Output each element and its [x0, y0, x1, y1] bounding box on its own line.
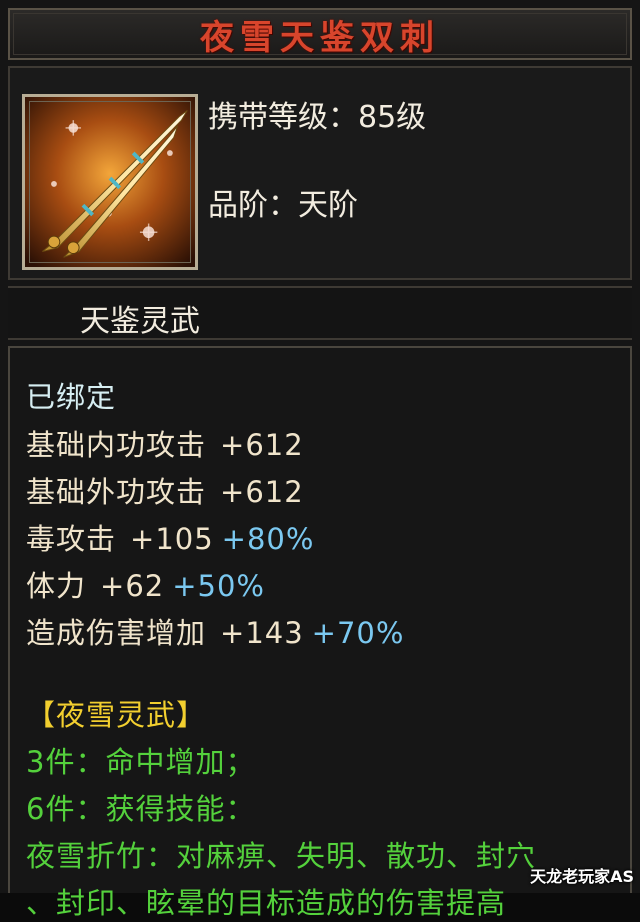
carry-level-value: 85级 — [358, 100, 427, 135]
grade-value: 天阶 — [298, 188, 358, 223]
carry-level-line: 携带等级：85级 — [208, 92, 426, 136]
stat-line: 体力 +62 +50% — [26, 563, 265, 605]
item-header: 携带等级：85级 品阶：天阶 — [8, 66, 632, 280]
soul-name: 天鉴灵武 — [80, 304, 200, 339]
bound-status: 已绑定 — [26, 380, 117, 414]
item-title-bar: 夜雪天鉴双刺 — [8, 8, 632, 60]
soul-section: 天鉴灵武 — [8, 286, 632, 340]
twin-daggers-icon — [25, 97, 195, 267]
stat-value: +105 — [130, 522, 214, 556]
skill-description-cont: 、封印、眩晕的目标造成的伤害提高 — [26, 886, 507, 920]
set-title: 【夜雪灵武】 — [26, 698, 207, 732]
skill-description: 夜雪折竹：对麻痹、失明、散功、封穴 — [26, 839, 537, 873]
stat-line: 毒攻击 +105 +80% — [26, 516, 314, 558]
set-bonus-3: 3件：命中增加； — [26, 745, 256, 779]
stat-line: 造成伤害增加 +143 +70% — [26, 610, 404, 652]
stat-percent: +80% — [221, 522, 315, 556]
stat-value: +143 — [220, 616, 304, 650]
stat-line: 基础外功攻击 +612 — [26, 469, 304, 511]
stats-section: 已绑定 基础内功攻击 +612 基础外功攻击 +612 毒攻击 +105 +80% 体力… — [8, 346, 632, 920]
stat-name: 基础外功攻击 — [26, 475, 207, 509]
stat-value: +612 — [220, 475, 304, 509]
item-tooltip: 夜雪天鉴双刺 携带等级：85级 品阶：天阶 天鉴灵武 已绑定 基础内功攻击 +6… — [0, 0, 640, 920]
stat-name: 体力 — [26, 569, 87, 603]
stat-value: +62 — [100, 569, 165, 603]
stat-percent: +50% — [172, 569, 265, 603]
stat-name: 造成伤害增加 — [26, 616, 207, 650]
grade-label: 品阶： — [208, 188, 298, 223]
stat-name: 基础内功攻击 — [26, 428, 207, 462]
stat-percent: +70% — [311, 616, 405, 650]
set-bonus-6: 6件：获得技能： — [26, 792, 256, 826]
carry-level-label: 携带等级： — [208, 100, 358, 135]
stat-name: 毒攻击 — [26, 522, 117, 556]
item-name: 夜雪天鉴双刺 — [200, 17, 440, 58]
watermark: 天龙老玩家AS — [530, 867, 634, 886]
stat-line: 基础内功攻击 +612 — [26, 422, 304, 464]
item-icon-frame — [22, 94, 198, 270]
grade-line: 品阶：天阶 — [208, 180, 358, 224]
stat-value: +612 — [220, 428, 304, 462]
